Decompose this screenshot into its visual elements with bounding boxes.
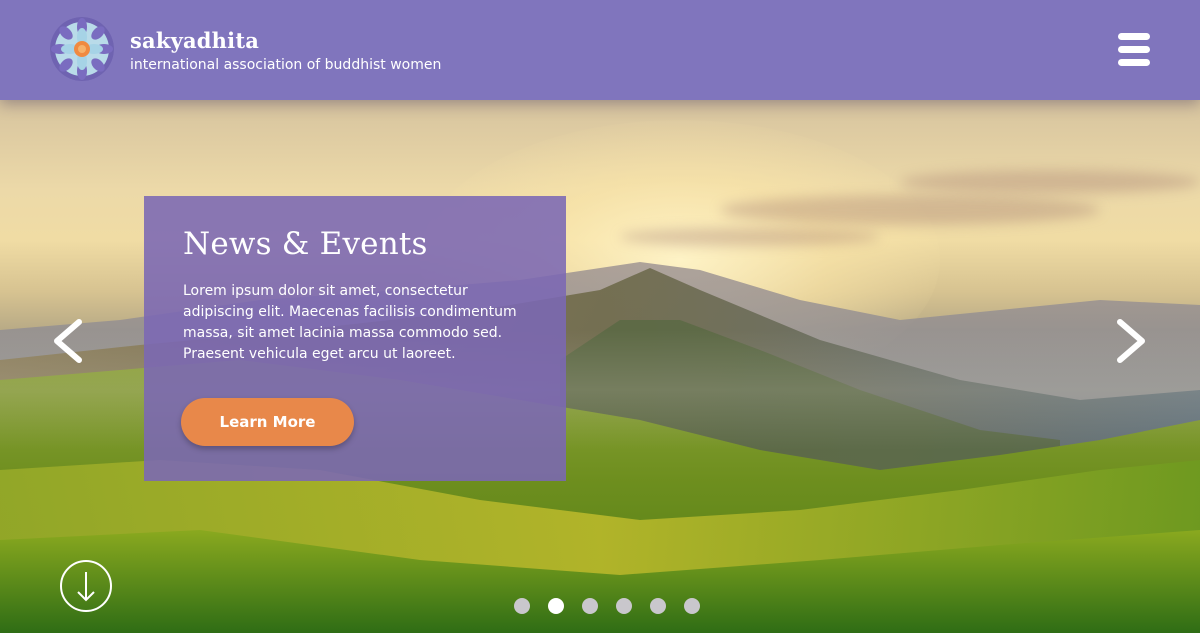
learn-more-button[interactable]: Learn More: [181, 398, 354, 446]
brand-name[interactable]: sakyadhita: [130, 28, 259, 53]
card-title: News & Events: [183, 226, 428, 262]
brand-tagline: international association of buddhist wo…: [130, 57, 442, 73]
carousel-pagination: [514, 598, 700, 614]
card-body: Lorem ipsum dolor sit amet, consectetur …: [183, 283, 517, 362]
carousel-dot[interactable]: [514, 598, 530, 614]
carousel-dot[interactable]: [548, 598, 564, 614]
news-card: News & Events Lorem ipsum dolor sit amet…: [144, 196, 566, 481]
chevron-left-icon[interactable]: [47, 316, 87, 366]
site-header: sakyadhita international association of …: [0, 0, 1200, 100]
carousel-dot[interactable]: [582, 598, 598, 614]
lotus-mandala-icon[interactable]: [50, 17, 114, 81]
carousel-dot[interactable]: [650, 598, 666, 614]
chevron-right-icon[interactable]: [1112, 316, 1152, 366]
carousel-dot[interactable]: [684, 598, 700, 614]
hamburger-menu-icon[interactable]: [1114, 30, 1154, 70]
page: sakyadhita international association of …: [0, 0, 1200, 633]
menu-bar: [1118, 33, 1150, 40]
arrow-down-icon: [77, 572, 95, 602]
menu-bar: [1118, 59, 1150, 66]
menu-bar: [1118, 46, 1150, 53]
scroll-down-button[interactable]: [60, 560, 112, 612]
carousel-dot[interactable]: [616, 598, 632, 614]
